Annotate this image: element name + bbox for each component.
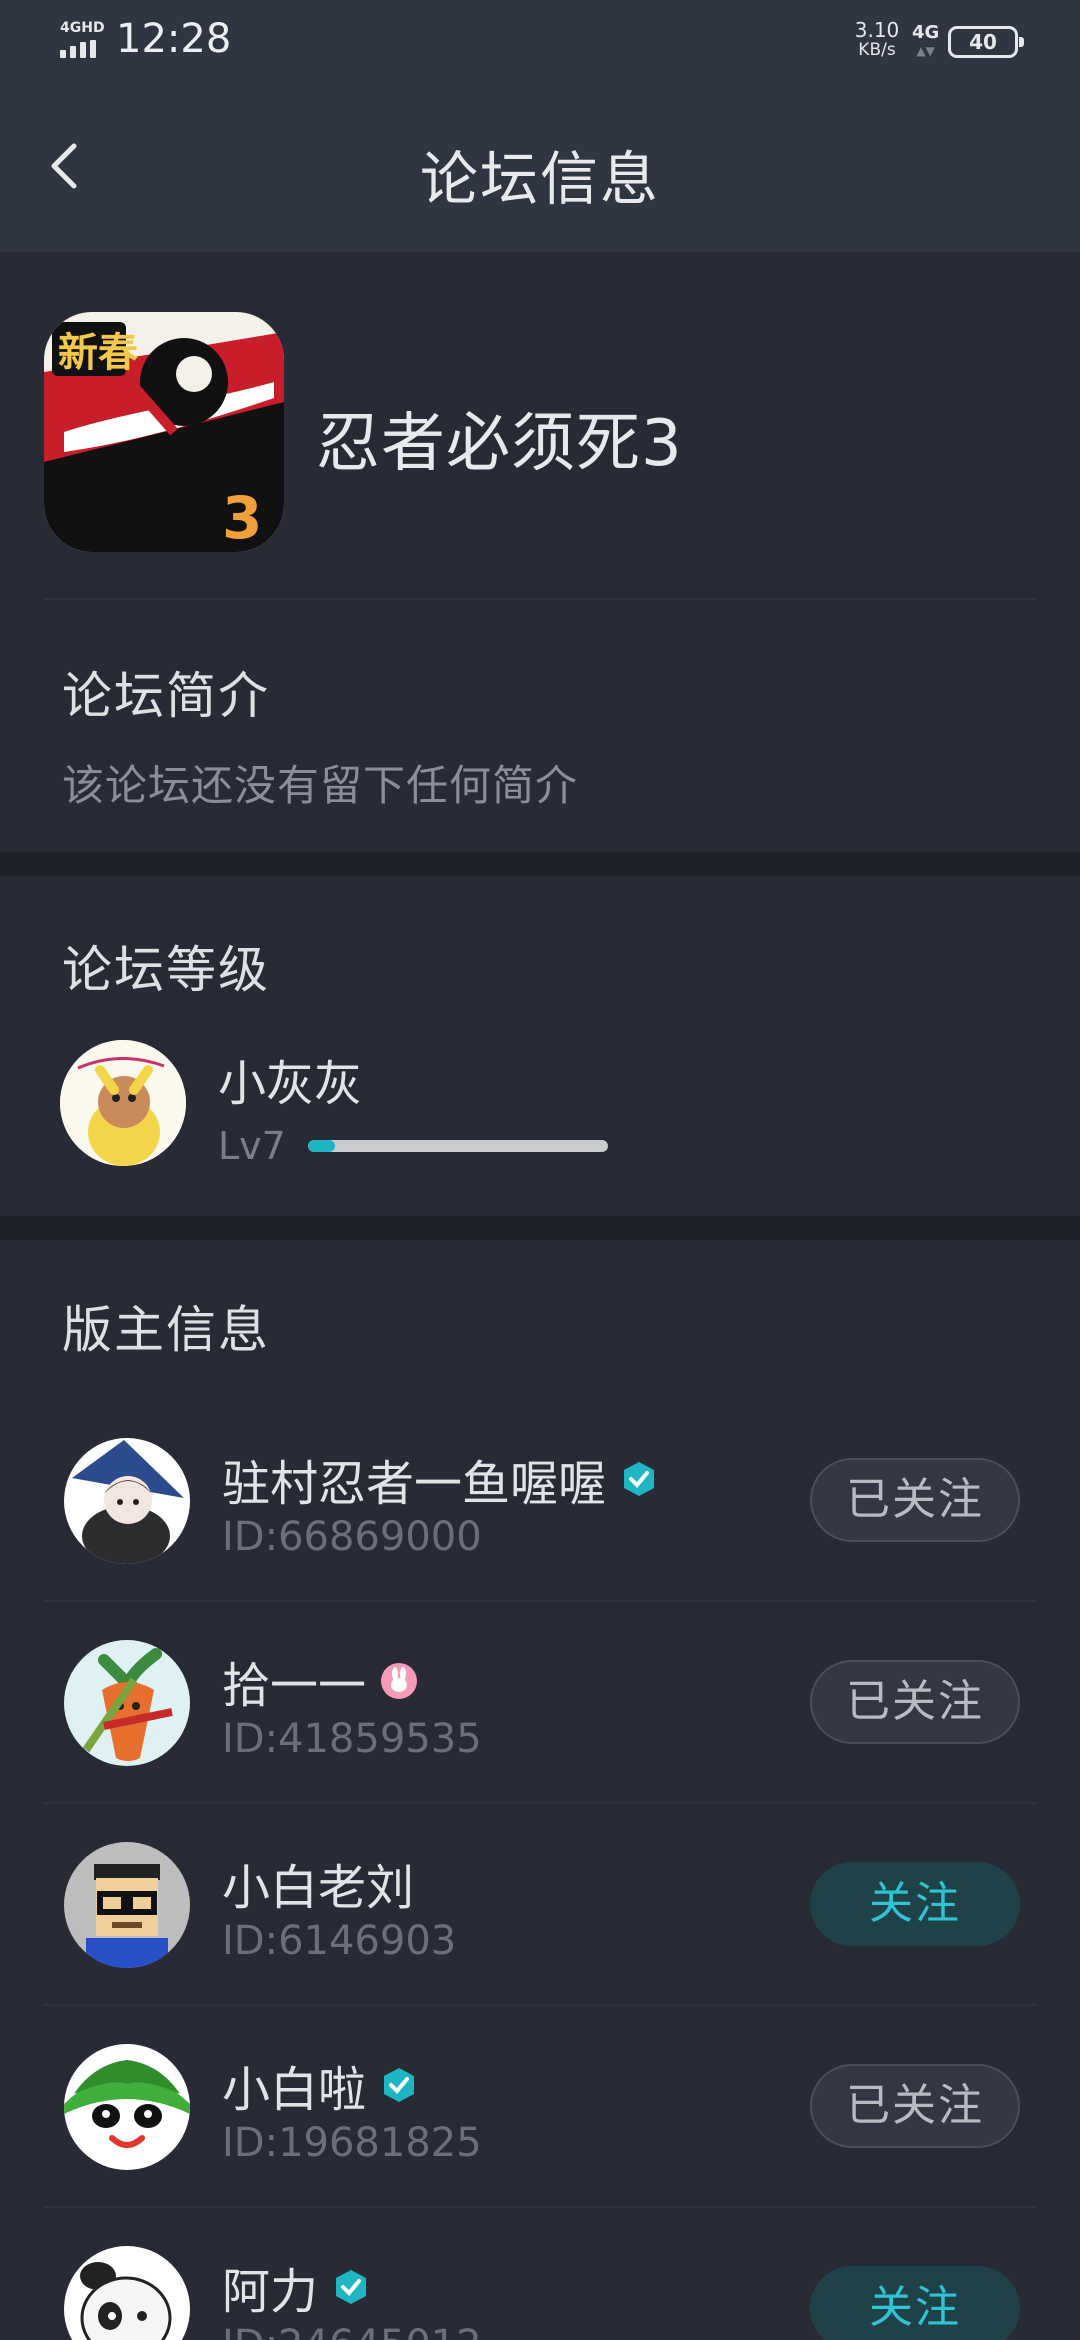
moderator-name: 驻村忍者一鱼喔喔: [222, 1444, 658, 1514]
moderator-id: ID:66869000: [222, 1514, 482, 1560]
level-label: Lv7: [218, 1124, 286, 1168]
follow-button[interactable]: 关注: [810, 2266, 1020, 2340]
status-bar: 4GHD 12:28 3.10 KB/s 4G ▲▼ 40: [0, 0, 1080, 82]
moderator-name: 小白啦: [222, 2050, 418, 2120]
intro-title: 论坛简介: [62, 667, 270, 725]
level-progress-fill: [308, 1140, 335, 1152]
list-item[interactable]: 驻村忍者一鱼喔喔 ID:66869000 已关注: [0, 1400, 1080, 1602]
network-label: 4GHD: [60, 20, 105, 36]
level-title: 论坛等级: [62, 941, 270, 999]
icon-text-top: 新春: [58, 330, 138, 376]
status-time: 12:28: [116, 16, 232, 62]
forum-level-section: 论坛等级 小灰灰 Lv7: [0, 876, 1080, 1216]
moderators-title: 版主信息: [62, 1301, 270, 1359]
battery-icon: 40: [948, 26, 1024, 58]
verified-icon: [384, 2068, 415, 2102]
follow-button[interactable]: 已关注: [810, 1458, 1020, 1542]
icon-text-bottom: 3: [222, 484, 262, 552]
network-type-icon: 4G ▲▼: [912, 22, 940, 58]
level-user-name: 小灰灰: [218, 1056, 363, 1112]
section-gap: [0, 1216, 1080, 1240]
moderator-id: ID:41859535: [222, 1716, 482, 1762]
level-progress-bar: [308, 1140, 608, 1152]
rabbit-badge-icon: [381, 1663, 418, 1699]
list-item[interactable]: 拾一一 ID:41859535 已关注: [0, 1602, 1080, 1804]
moderator-name: 拾一一: [222, 1646, 418, 1716]
follow-button[interactable]: 关注: [810, 1862, 1020, 1946]
network-speed: 3.10 KB/s: [852, 20, 902, 60]
page-title: 论坛信息: [419, 145, 660, 213]
forum-intro-section: 论坛简介 该论坛还没有留下任何简介: [0, 600, 1080, 852]
verified-icon: [336, 2270, 367, 2304]
signal-icon: 4GHD: [60, 20, 106, 60]
avatar[interactable]: [64, 1842, 190, 1968]
follow-button[interactable]: 已关注: [810, 2064, 1020, 2148]
follow-button[interactable]: 已关注: [810, 1660, 1020, 1744]
forum-app-icon: 新春 3: [44, 312, 284, 552]
list-item[interactable]: 小白老刘 ID:6146903 关注: [0, 1804, 1080, 2006]
section-gap: [0, 852, 1080, 876]
moderator-id: ID:6146903: [222, 1918, 457, 1964]
avatar[interactable]: [64, 1438, 190, 1564]
moderator-name: 小白老刘: [222, 1860, 415, 1916]
avatar[interactable]: [64, 2044, 190, 2170]
list-item[interactable]: 小白啦 ID:19681825 已关注: [0, 2006, 1080, 2208]
moderator-id: ID:24645012: [222, 2322, 482, 2340]
moderator-name: 阿力: [222, 2252, 370, 2322]
battery-level: 40: [969, 30, 997, 54]
moderators-section: 版主信息 驻村忍者一鱼喔喔 ID:66869000 已关注 拾一一 ID:418…: [0, 1240, 1080, 2340]
avatar[interactable]: [64, 1640, 190, 1766]
moderator-id: ID:19681825: [222, 2120, 482, 2166]
avatar[interactable]: [64, 2246, 190, 2340]
forum-name: 忍者必须死3: [316, 407, 683, 481]
network-type: 4G: [912, 22, 940, 43]
avatar[interactable]: [60, 1040, 186, 1166]
verified-icon: [624, 1462, 655, 1496]
speed-value: 3.10: [854, 18, 900, 42]
forum-header: 新春 3 忍者必须死3: [0, 252, 1080, 600]
nav-bar: 论坛信息: [0, 82, 1080, 252]
intro-text: 该论坛还没有留下任何简介: [62, 761, 579, 810]
list-item[interactable]: 阿力 ID:24645012 关注: [0, 2208, 1080, 2340]
speed-unit: KB/s: [858, 40, 896, 60]
